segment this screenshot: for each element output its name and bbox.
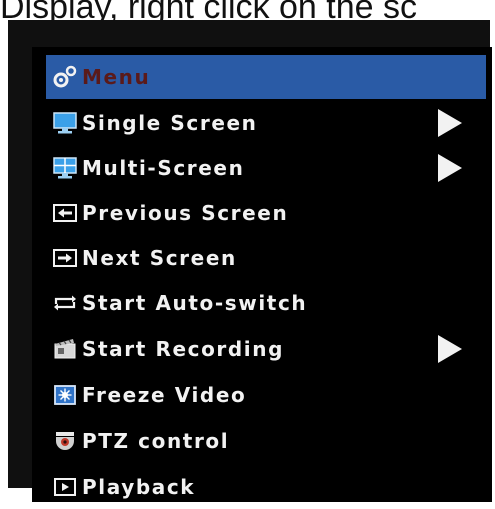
menu-item-label: Single Screen bbox=[82, 111, 258, 135]
menu-item-playback[interactable]: Playback bbox=[46, 465, 486, 509]
menu-item-label: PTZ control bbox=[82, 429, 230, 453]
monitor-icon bbox=[50, 108, 80, 138]
submenu-arrow-icon bbox=[438, 335, 462, 363]
playback-icon bbox=[50, 472, 80, 502]
gears-icon bbox=[50, 62, 80, 92]
menu-item-label: Menu bbox=[82, 65, 151, 89]
menu-item-label: Freeze Video bbox=[82, 383, 247, 407]
menu-item-freeze-video[interactable]: Freeze Video bbox=[46, 373, 486, 417]
menu-item-label: Playback bbox=[82, 475, 196, 499]
freeze-icon bbox=[50, 380, 80, 410]
multi-screen-icon bbox=[50, 153, 80, 183]
menu-item-menu[interactable]: Menu bbox=[46, 55, 486, 99]
menu-item-start-recording[interactable]: Start Recording bbox=[46, 327, 486, 371]
next-screen-icon bbox=[50, 243, 80, 273]
menu-item-label: Start Recording bbox=[82, 337, 284, 361]
auto-switch-icon bbox=[50, 288, 80, 318]
menu-item-label: Start Auto-switch bbox=[82, 291, 308, 315]
submenu-arrow-icon bbox=[438, 109, 462, 137]
menu-item-label: Next Screen bbox=[82, 246, 237, 270]
menu-item-previous-screen[interactable]: Previous Screen bbox=[46, 191, 486, 235]
menu-item-single-screen[interactable]: Single Screen bbox=[46, 101, 486, 145]
menu-item-next-screen[interactable]: Next Screen bbox=[46, 236, 486, 280]
context-menu-frame: Menu Single Screen Multi-Screen Previous… bbox=[8, 20, 492, 502]
recording-icon bbox=[50, 334, 80, 364]
submenu-arrow-icon bbox=[438, 154, 462, 182]
ptz-camera-icon bbox=[50, 426, 80, 456]
previous-screen-icon bbox=[50, 198, 80, 228]
menu-item-multi-screen[interactable]: Multi-Screen bbox=[46, 146, 486, 190]
menu-item-label: Multi-Screen bbox=[82, 156, 245, 180]
menu-item-ptz-control[interactable]: PTZ control bbox=[46, 419, 486, 463]
menu-item-start-auto-switch[interactable]: Start Auto-switch bbox=[46, 281, 486, 325]
menu-item-label: Previous Screen bbox=[82, 201, 289, 225]
context-menu: Menu Single Screen Multi-Screen Previous… bbox=[32, 47, 492, 502]
